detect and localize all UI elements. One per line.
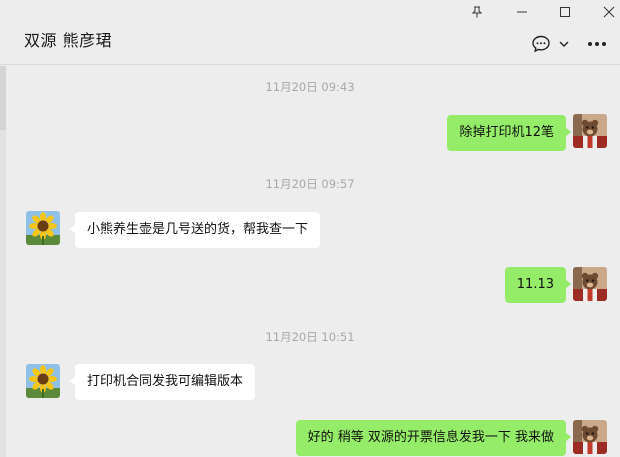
- my-avatar[interactable]: [573, 420, 607, 454]
- my-avatar[interactable]: [573, 267, 607, 301]
- left-pane-scroll-thumb[interactable]: [0, 66, 6, 130]
- message-timestamp: 11月20日 09:43: [265, 80, 355, 94]
- chat-header: 双源 熊彦珺: [0, 0, 620, 65]
- left-pane-edge: [0, 66, 6, 457]
- message-bubble-contact[interactable]: 打印机合同发我可编辑版本: [69, 364, 256, 400]
- my-avatar[interactable]: [573, 114, 607, 148]
- chat-title[interactable]: 双源 熊彦珺: [24, 27, 112, 51]
- message-timestamp: 11月20日 09:57: [265, 177, 355, 191]
- message-bubble-mine[interactable]: 除掉打印机12笔: [447, 115, 571, 151]
- message-bubble-mine[interactable]: 好的 稍等 双源的开票信息发我一下 我来做: [295, 420, 572, 456]
- contact-avatar[interactable]: [26, 364, 60, 398]
- maximize-icon[interactable]: [554, 3, 576, 21]
- message-bubble-contact[interactable]: 小熊养生壶是几号送的货，帮我查一下: [69, 212, 321, 248]
- close-icon[interactable]: [598, 3, 620, 21]
- contact-avatar[interactable]: [26, 211, 60, 245]
- message-bubble-mine[interactable]: 11.13: [504, 267, 572, 303]
- minimize-icon[interactable]: [511, 3, 533, 21]
- more-icon[interactable]: [586, 33, 608, 55]
- chat-bubble-icon[interactable]: [529, 33, 553, 55]
- chevron-down-icon[interactable]: [558, 33, 570, 55]
- message-timestamp: 11月20日 10:51: [265, 330, 355, 344]
- pin-icon[interactable]: [466, 3, 488, 21]
